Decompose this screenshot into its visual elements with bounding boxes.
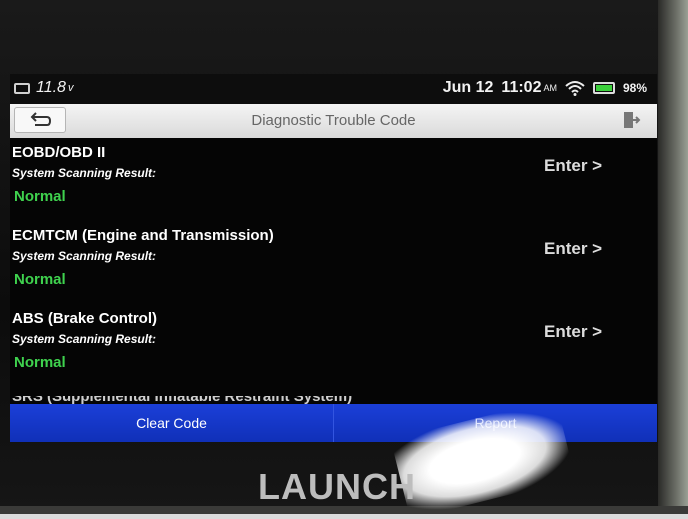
status-right: Jun 12 11:02 AM 98%: [443, 79, 647, 97]
voltage-unit: v: [67, 82, 74, 94]
system-status: Normal: [14, 271, 66, 288]
system-name: ABS (Brake Control): [12, 310, 158, 327]
system-status: Normal: [14, 188, 66, 205]
system-item: EOBD/OBD II System Scanning Result: Norm…: [10, 138, 657, 221]
battery-icon: [592, 82, 615, 94]
device-screen: 11.8 v Jun 12 11:02 AM 98% Diagnostic Tro…: [10, 74, 657, 442]
enter-button[interactable]: Enter >: [544, 156, 602, 176]
system-name: EOBD/OBD II: [12, 144, 106, 161]
status-ampm: AM: [543, 83, 557, 93]
car-battery-icon: [14, 82, 30, 94]
system-subtitle: System Scanning Result:: [12, 249, 157, 263]
battery-percent: 98%: [622, 81, 647, 95]
system-status: Normal: [14, 354, 66, 371]
system-item: ABS (Brake Control) System Scanning Resu…: [10, 304, 657, 387]
system-item-partial[interactable]: SRS (Supplemental Inflatable Restraint S…: [12, 396, 352, 404]
device-logo: LAUNCH: [258, 466, 416, 507]
photo-background: [658, 0, 688, 514]
page-title: Diagnostic Trouble Code: [251, 112, 416, 129]
status-bar: 11.8 v Jun 12 11:02 AM 98%: [10, 74, 657, 104]
voltage-indicator: 11.8 v: [14, 79, 73, 97]
system-name-partial: SRS (Supplemental Inflatable Restraint S…: [12, 396, 352, 404]
status-date: Jun 12: [442, 79, 494, 96]
enter-button[interactable]: Enter >: [544, 322, 602, 342]
system-item: ECMTCM (Engine and Transmission) System …: [10, 221, 657, 304]
clear-code-button[interactable]: Clear Code: [10, 404, 334, 442]
exit-button[interactable]: [613, 107, 649, 133]
wifi-icon: [565, 81, 585, 96]
status-time: 11:02: [501, 79, 542, 96]
enter-button[interactable]: Enter >: [544, 239, 602, 259]
system-name: ECMTCM (Engine and Transmission): [12, 227, 274, 244]
system-subtitle: System Scanning Result:: [12, 166, 157, 180]
title-bar: Diagnostic Trouble Code: [10, 104, 657, 138]
voltage-value: 11.8: [36, 79, 66, 96]
exit-icon: [624, 112, 641, 128]
system-list: EOBD/OBD II System Scanning Result: Norm…: [10, 138, 657, 387]
system-subtitle: System Scanning Result:: [12, 332, 157, 346]
